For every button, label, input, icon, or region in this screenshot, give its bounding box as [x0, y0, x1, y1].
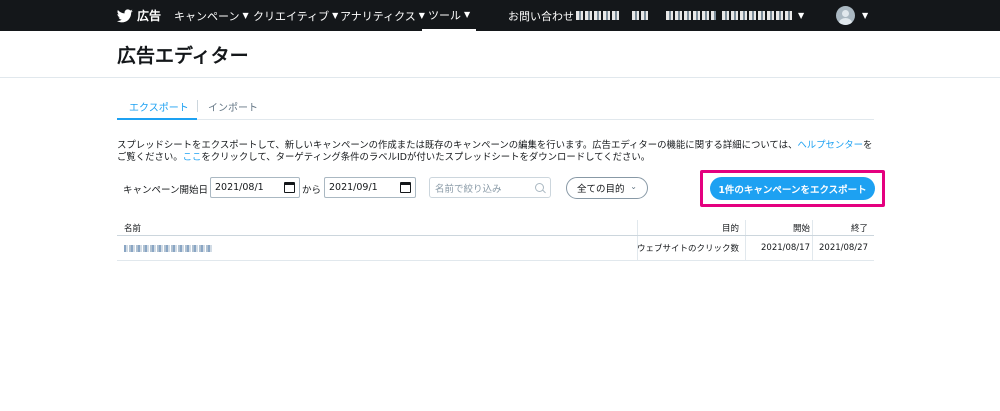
tab-divider — [197, 100, 198, 112]
avatar-menu-toggle[interactable]: ▼ — [859, 0, 868, 31]
nav-contact[interactable]: お問い合わせ — [508, 0, 574, 31]
avatar[interactable] — [836, 6, 855, 25]
end-date-input[interactable]: 2021/09/1 — [324, 177, 416, 198]
chevron-down-icon: ▼ — [242, 11, 249, 20]
chevron-down-icon: ▼ — [862, 11, 869, 20]
search-icon — [535, 183, 544, 192]
end-date-cell: 2021/08/27 — [819, 243, 868, 253]
calendar-icon[interactable] — [400, 182, 411, 193]
table-header: 名前 目的 開始 終了 — [117, 220, 874, 236]
nav-analytics[interactable]: アナリティクス ▼ — [340, 0, 425, 31]
nav-tools[interactable]: ツール ▼ — [422, 0, 477, 31]
tab-export[interactable]: エクスポート — [129, 99, 189, 114]
start-date-input[interactable]: 2021/08/1 — [210, 177, 300, 198]
objective-select[interactable]: 全ての目的 ⌄ — [566, 177, 648, 199]
redacted-account-name — [666, 11, 716, 20]
download-here-link[interactable]: ここ — [183, 152, 202, 163]
active-tab-indicator — [117, 118, 197, 120]
start-date-label: キャンペーン開始日 — [123, 185, 209, 196]
chevron-down-icon: ▼ — [332, 11, 339, 20]
column-header-start[interactable]: 開始 — [743, 220, 810, 235]
twitter-bird-icon — [117, 8, 133, 22]
nav-campaigns-label: キャンペーン — [174, 9, 240, 23]
objective-cell: ウェブサイトのクリック数 — [636, 244, 739, 254]
tab-import[interactable]: インポート — [208, 99, 258, 114]
description-text: スプレッドシートをエクスポートして、新しいキャンペーンの作成または既存のキャンペ… — [117, 140, 798, 151]
calendar-icon[interactable] — [284, 182, 295, 193]
redacted-account-name — [722, 11, 792, 20]
redacted-account-name — [632, 11, 650, 20]
nav-creatives-label: クリエイティブ — [253, 9, 330, 23]
nav-contact-label: お問い合わせ — [508, 9, 574, 23]
description: スプレッドシートをエクスポートして、新しいキャンペーンの作成または既存のキャンペ… — [117, 140, 874, 164]
end-date-value: 2021/09/1 — [329, 182, 378, 193]
nav-campaigns[interactable]: キャンペーン ▼ — [174, 0, 249, 31]
redacted-campaign-name — [124, 244, 212, 252]
start-date-cell: 2021/08/17 — [761, 243, 810, 253]
column-header-objective[interactable]: 目的 — [637, 220, 743, 235]
brand-label: 広告 — [137, 9, 162, 23]
nav-tools-label: ツール — [428, 8, 461, 22]
chevron-down-icon: ▼ — [464, 10, 471, 19]
start-date-value: 2021/08/1 — [215, 182, 264, 193]
objective-select-value: 全ての目的 — [577, 184, 625, 195]
description-text: をクリックして、ターゲティング条件のラベルIDが付いたスプレッドシートをダウンロ… — [201, 152, 651, 163]
nav-creatives[interactable]: クリエイティブ ▼ — [253, 0, 338, 31]
tab-bar: エクスポート インポート — [117, 95, 874, 120]
column-header-name[interactable]: 名前 — [124, 220, 141, 235]
name-filter-placeholder: 名前で絞り込み — [435, 183, 502, 195]
help-center-link[interactable]: ヘルプセンター — [797, 140, 863, 151]
nav-analytics-label: アナリティクス — [340, 9, 416, 23]
date-range-separator: から — [302, 185, 322, 196]
campaign-name-cell — [124, 236, 212, 260]
chevron-down-icon: ⌄ — [630, 182, 637, 191]
campaign-table: 名前 目的 開始 終了 ウェブサイトのクリック数 2021/08/17 2021… — [117, 220, 874, 261]
name-filter-input[interactable]: 名前で絞り込み — [429, 177, 551, 198]
chevron-down-icon: ▼ — [798, 11, 805, 20]
export-campaigns-button[interactable]: 1件のキャンペーンをエクスポート — [710, 177, 875, 200]
column-header-end[interactable]: 終了 — [810, 220, 868, 235]
brand[interactable]: 広告 — [117, 0, 161, 31]
page-title: 広告エディター — [117, 45, 249, 67]
top-nav: 広告 キャンペーン ▼ クリエイティブ ▼ アナリティクス ▼ ツール ▼ お問い合わせ… — [0, 0, 1000, 31]
page-header: 広告エディター — [0, 31, 1000, 78]
redacted-account-name — [576, 11, 620, 20]
account-selector[interactable]: ▼ — [576, 0, 804, 31]
table-row[interactable]: ウェブサイトのクリック数 2021/08/17 2021/08/27 — [117, 236, 874, 261]
